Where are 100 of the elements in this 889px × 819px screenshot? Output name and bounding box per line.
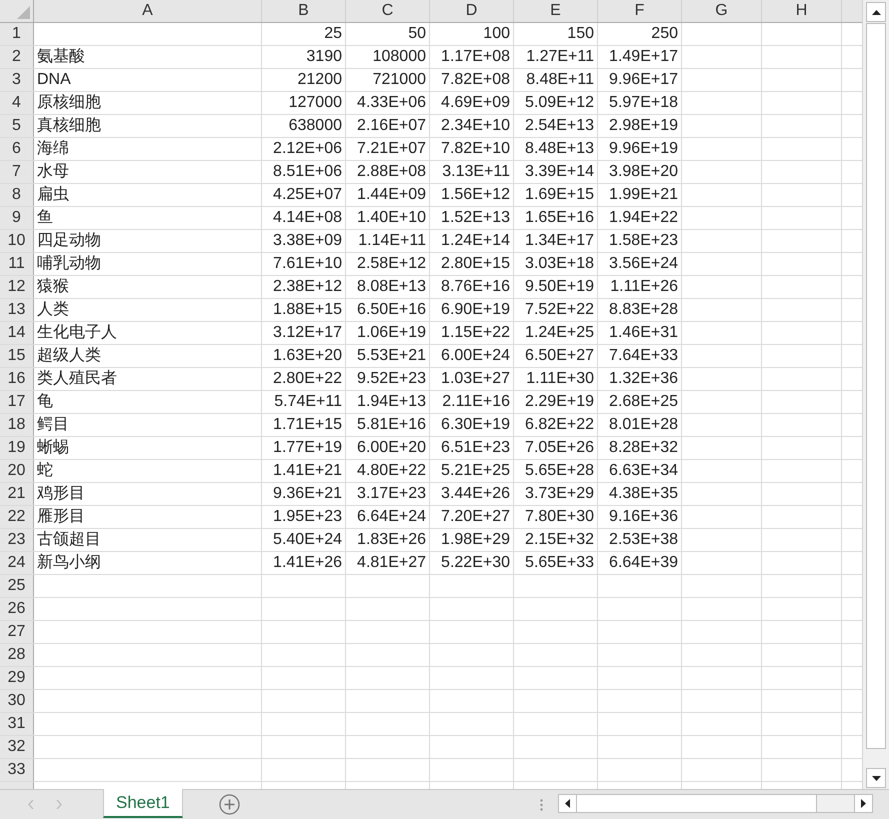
row-header[interactable]: 26 [0,598,34,620]
row-header[interactable]: 21 [0,483,34,505]
table-cell: 4.69E+09 [430,92,514,114]
row-header[interactable]: 30 [0,690,34,712]
table-cell: 1.88E+15 [262,299,346,321]
table-cell: 7.64E+33 [598,345,682,367]
scrollbar-thumb[interactable] [576,795,817,812]
table-cell: 2.88E+08 [346,161,430,183]
row-header[interactable]: 18 [0,414,34,436]
row-header[interactable]: 17 [0,391,34,413]
column-header[interactable]: H [762,0,842,22]
scroll-right-button[interactable] [854,795,872,812]
sheet-tab[interactable]: Sheet1 [103,789,183,818]
table-cell: 4.81E+27 [346,552,430,574]
table-cell: 1.58E+23 [598,230,682,252]
table-cell: 1.69E+15 [514,184,598,206]
horizontal-scrollbar[interactable] [558,794,873,813]
row-header[interactable]: 24 [0,552,34,574]
row-header[interactable]: 27 [0,621,34,643]
table-cell: 127000 [262,92,346,114]
row-header[interactable]: 2 [0,46,34,68]
column-header[interactable]: F [598,0,682,22]
row-header[interactable]: 10 [0,230,34,252]
table-cell: 1.71E+15 [262,414,346,436]
table-cell: 5.22E+30 [430,552,514,574]
table-cell: 4.33E+06 [346,92,430,114]
table-cell: 猿猴 [34,276,262,298]
column-header[interactable]: C [346,0,430,22]
table-cell: 2.29E+19 [514,391,598,413]
row-header[interactable]: 5 [0,115,34,137]
row-header[interactable]: 6 [0,138,34,160]
table-cell: 扁虫 [34,184,262,206]
row-header[interactable]: 3 [0,69,34,91]
previous-sheet-icon[interactable] [28,800,34,809]
table-cell: 1.41E+21 [262,460,346,482]
left-arrow-icon [564,799,570,808]
table-cell: 2.80E+22 [262,368,346,390]
scroll-left-button[interactable] [558,795,577,812]
add-sheet-icon[interactable] [218,794,240,815]
table-cell: 6.64E+39 [598,552,682,574]
row-header[interactable]: 16 [0,368,34,390]
table-cell: 5.97E+18 [598,92,682,114]
column-header[interactable]: B [262,0,346,22]
table-cell: 5.09E+12 [514,92,598,114]
row-header[interactable]: 23 [0,529,34,551]
table-cell: 蛇 [34,460,262,482]
table-cell: 9.50E+19 [514,276,598,298]
row-header[interactable]: 11 [0,253,34,275]
row-header[interactable]: 22 [0,506,34,528]
table-cell: 6.30E+19 [430,414,514,436]
row-header[interactable]: 20 [0,460,34,482]
scrollbar-thumb[interactable] [866,23,886,749]
column-header[interactable]: D [430,0,514,22]
table-cell: 2.12E+06 [262,138,346,160]
table-cell: 8.28E+32 [598,437,682,459]
row-header[interactable]: 19 [0,437,34,459]
table-cell: 9.16E+36 [598,506,682,528]
select-all-icon[interactable] [17,6,30,19]
row-header[interactable]: 25 [0,575,34,597]
row-header[interactable]: 12 [0,276,34,298]
table-cell: 9.96E+17 [598,69,682,91]
row-header[interactable]: 33 [0,759,34,781]
table-cell: 25 [262,23,346,45]
table-cell: 5.53E+21 [346,345,430,367]
down-arrow-icon [872,776,880,780]
splitter-handle-icon[interactable] [540,799,543,811]
table-cell: 6.50E+27 [514,345,598,367]
column-header[interactable]: A [34,0,262,22]
table-cell: 7.61E+10 [262,253,346,275]
row-header[interactable]: 1 [0,23,34,45]
table-cell: 108000 [346,46,430,68]
table-cell: 3.44E+26 [430,483,514,505]
vertical-scrollbar[interactable] [862,0,889,789]
table-cell: 6.90E+19 [430,299,514,321]
row-header[interactable]: 28 [0,644,34,666]
table-cell: 721000 [346,69,430,91]
row-header[interactable]: 9 [0,207,34,229]
scroll-down-button[interactable] [866,768,886,788]
row-header[interactable]: 15 [0,345,34,367]
table-cell: 2.58E+12 [346,253,430,275]
table-cell: 类人殖民者 [34,368,262,390]
row-header[interactable]: 4 [0,92,34,114]
row-header[interactable]: 32 [0,736,34,758]
table-cell: 1.24E+25 [514,322,598,344]
table-cell: 海绵 [34,138,262,160]
row-header[interactable]: 31 [0,713,34,735]
column-header[interactable]: G [682,0,762,22]
next-sheet-icon[interactable] [56,800,62,809]
row-header[interactable]: 7 [0,161,34,183]
table-cell: 8.01E+28 [598,414,682,436]
table-cell: 638000 [262,115,346,137]
column-header[interactable]: E [514,0,598,22]
row-header[interactable]: 8 [0,184,34,206]
table-cell: 2.98E+19 [598,115,682,137]
row-header[interactable]: 13 [0,299,34,321]
row-header[interactable]: 14 [0,322,34,344]
row-header[interactable]: 29 [0,667,34,689]
table-cell: 6.00E+20 [346,437,430,459]
scroll-up-button[interactable] [866,2,886,22]
table-cell: 雁形目 [34,506,262,528]
